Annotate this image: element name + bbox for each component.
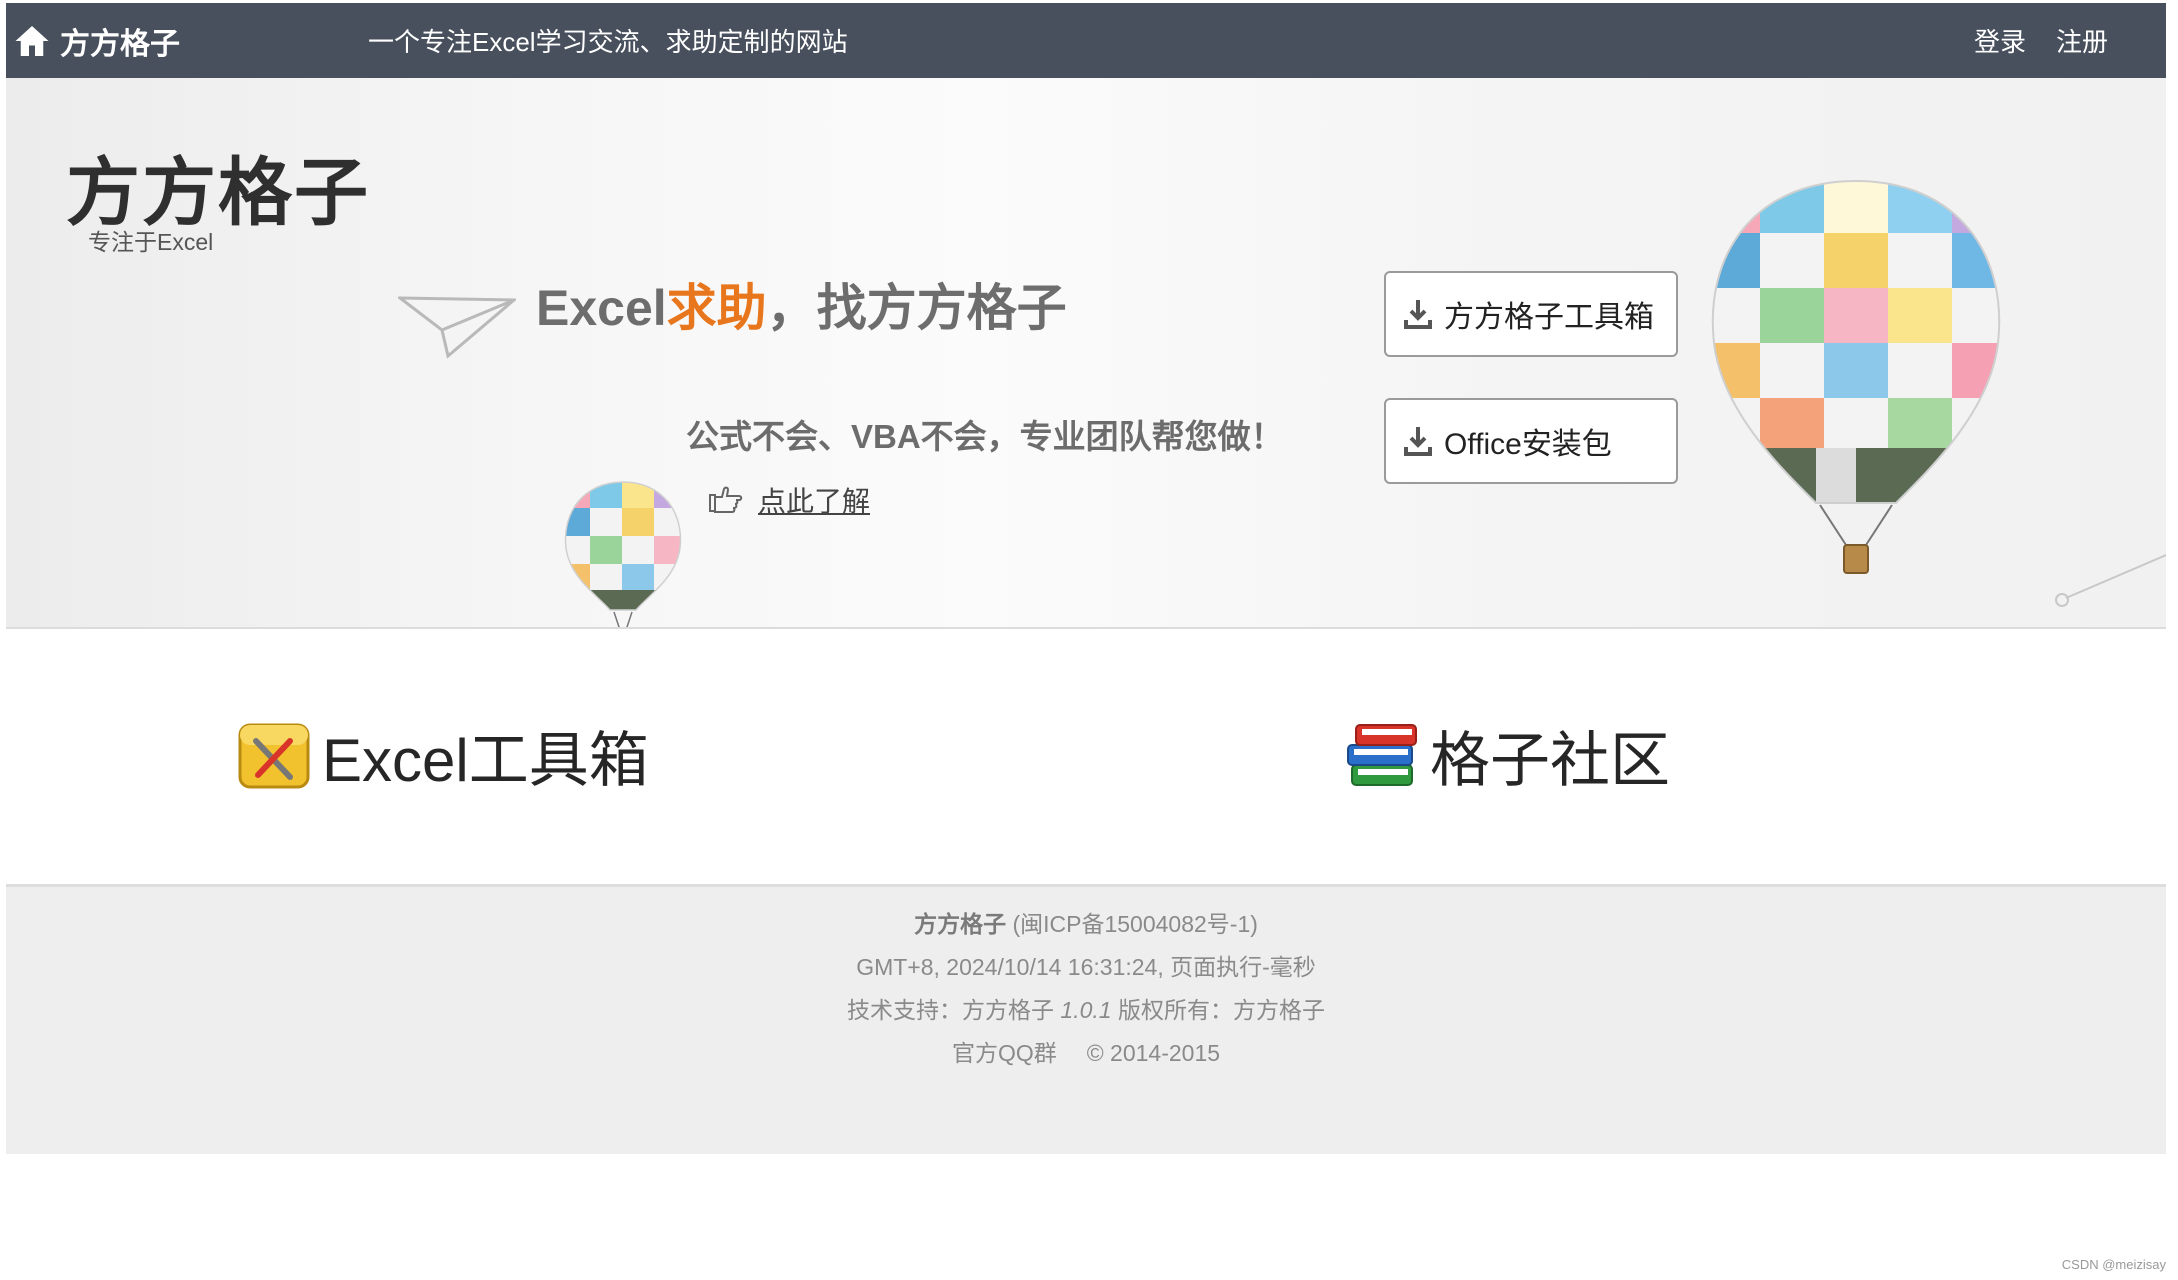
hot-air-balloon-illustration (1711, 179, 2001, 574)
learn-more: 点此了解 (708, 480, 870, 520)
excel-toolbox-label: Excel工具箱 (322, 726, 649, 794)
brand-name: 方方格子 (60, 27, 180, 61)
footer-years: © 2014-2015 (1086, 1040, 1221, 1066)
footer-version: 1.0.1 (1060, 997, 1112, 1023)
hero-headline: Excel求助，找方方格子 (536, 268, 1067, 340)
site-tagline: 一个专注Excel学习交流、求助定制的网站 (368, 27, 848, 57)
books-icon (1347, 724, 1417, 786)
headline-part1: Excel (536, 280, 667, 336)
hero-logo-subtitle: 专注于Excel (88, 229, 214, 255)
download-office-button[interactable]: Office安装包 (1384, 398, 1678, 484)
download-toolbox-button[interactable]: 方方格子工具箱 (1384, 271, 1678, 357)
hero-subline: 公式不会、VBA不会，专业团队帮您做！ (686, 418, 1284, 455)
home-link[interactable]: 方方格子 (14, 3, 180, 78)
community-label: 格子社区 (1430, 726, 1670, 794)
footer-timing: GMT+8, 2024/10/14 16:31:24, 页面执行-毫秒 (856, 954, 1316, 980)
login-link[interactable]: 登录 (1974, 22, 2026, 59)
footer-qq-line: 官方QQ群 © 2014-2015 (6, 1032, 2166, 1075)
home-icon (15, 25, 49, 56)
download-icon (1404, 427, 1432, 456)
footer-icp[interactable]: (闽ICP备15004082号-1) (1012, 911, 1257, 937)
top-navbar: 方方格子 一个专注Excel学习交流、求助定制的网站 登录 注册 (6, 3, 2166, 78)
footer-copyright-owner: 版权所有：方方格子 (1117, 997, 1325, 1023)
download-toolbox-label: 方方格子工具箱 (1444, 301, 1654, 334)
headline-accent: 求助 (666, 280, 767, 336)
download-office-label: Office安装包 (1444, 428, 1612, 461)
hero-banner: 方方格子 专注于Excel Excel求助，找方方格子 公式不会、VBA不会，专… (6, 78, 2166, 629)
footer-site-line: 方方格子 (闽ICP备15004082号-1) (6, 903, 2166, 946)
footer-qq-group[interactable]: 官方QQ群 (952, 1040, 1057, 1066)
toolbox-icon (238, 723, 310, 789)
community-link[interactable]: 格子社区 (1344, 715, 1670, 795)
footer-support[interactable]: 技术支持：方方格子 (847, 997, 1054, 1023)
download-icon (1404, 300, 1432, 329)
paper-plane-icon (398, 296, 516, 359)
headline-part2: ，找方方格子 (766, 280, 1067, 336)
page-footer: 方方格子 (闽ICP备15004082号-1) GMT+8, 2024/10/1… (6, 884, 2166, 1154)
decorative-line (2055, 554, 2166, 607)
register-link[interactable]: 注册 (2056, 22, 2108, 59)
watermark: CSDN @meizisay (2061, 1257, 2166, 1272)
footer-support-line: 技术支持：方方格子 1.0.1 版权所有：方方格子 (6, 989, 2166, 1032)
pointing-hand-icon (709, 486, 743, 513)
learn-more-link[interactable]: 点此了解 (758, 480, 870, 520)
auth-links: 登录 注册 (1974, 3, 2108, 78)
small-balloon-illustration (564, 481, 682, 627)
footer-site-name: 方方格子 (914, 911, 1007, 937)
excel-toolbox-link[interactable]: Excel工具箱 (236, 715, 649, 795)
